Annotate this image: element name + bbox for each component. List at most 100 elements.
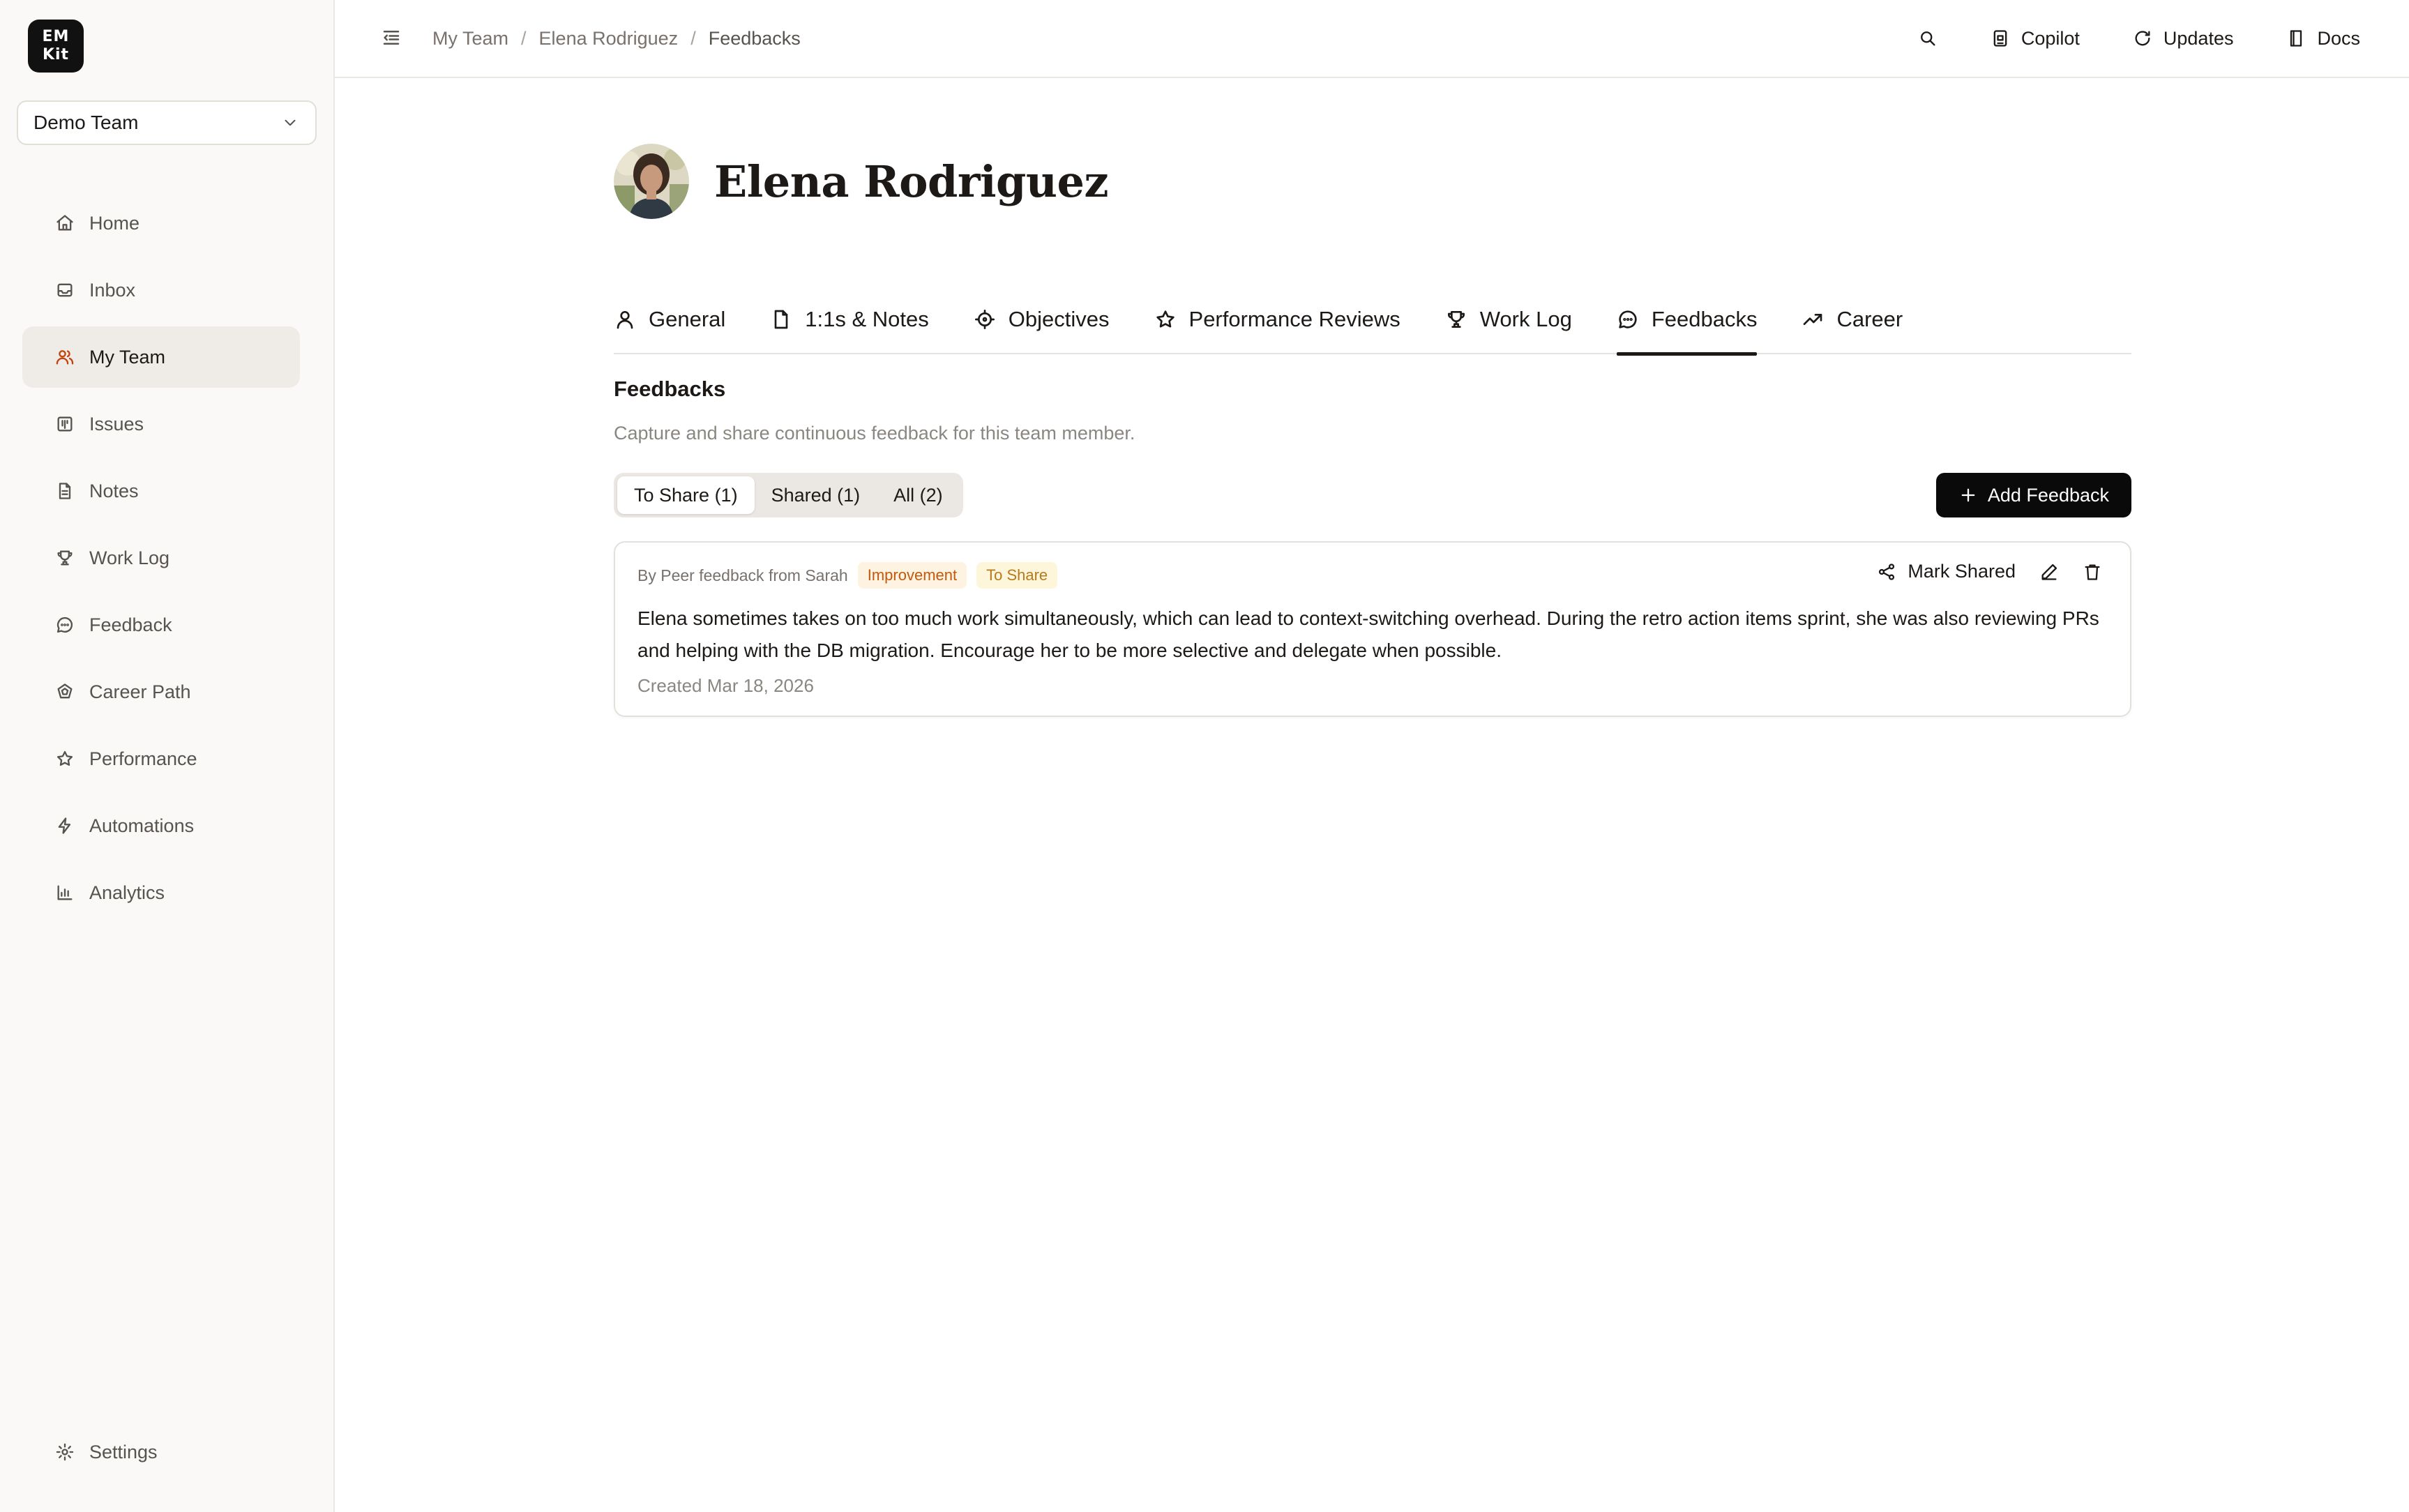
tab-label: Work Log (1479, 307, 1572, 331)
inbox-icon (54, 280, 75, 301)
search-icon (1918, 29, 1938, 48)
sidebar-item-label: Notes (89, 480, 139, 501)
trending-up-icon (1802, 308, 1824, 331)
profile-header: Elena Rodriguez (614, 144, 1109, 219)
tab-work-log[interactable]: Work Log (1445, 285, 1572, 354)
sidebar-item-work-log[interactable]: Work Log (22, 527, 300, 589)
filter-to-share[interactable]: To Share (1) (617, 476, 755, 514)
app-logo[interactable]: EM Kit (28, 20, 84, 73)
message-circle-icon (54, 614, 75, 635)
feedback-author: By Peer feedback from Sarah (637, 566, 848, 584)
sidebar-item-label: Settings (89, 1441, 158, 1462)
badge-improvement: Improvement (857, 562, 967, 589)
sidebar-item-career-path[interactable]: Career Path (22, 661, 300, 723)
logo-line-1: EM (42, 28, 70, 45)
filter-shared[interactable]: Shared (1) (755, 476, 877, 514)
top-bar: My Team / Elena Rodriguez / Feedbacks Co… (335, 0, 2409, 78)
add-feedback-label: Add Feedback (1987, 484, 2109, 506)
trophy-icon (1445, 308, 1467, 331)
feedback-filter: To Share (1) Shared (1) All (2) (614, 473, 963, 517)
tab-1-1s-notes[interactable]: 1:1s & Notes (770, 285, 929, 354)
copilot-icon (1991, 29, 2010, 48)
sidebar-item-home[interactable]: Home (22, 192, 300, 254)
badge-to-share: To Share (976, 562, 1058, 589)
tab-objectives[interactable]: Objectives (974, 285, 1110, 354)
mark-shared-label: Mark Shared (1908, 561, 2016, 582)
breadcrumb-separator: / (690, 27, 696, 49)
filter-all[interactable]: All (2) (877, 476, 960, 514)
target-icon (974, 308, 996, 331)
sidebar-item-label: Performance (89, 748, 197, 769)
section-description: Capture and share continuous feedback fo… (614, 423, 1135, 444)
share-icon (1877, 562, 1896, 582)
feedback-body: Elena sometimes takes on too much work s… (637, 607, 2099, 661)
sidebar-item-label: Issues (89, 413, 144, 434)
search-button[interactable] (1918, 29, 1938, 48)
refresh-icon (2133, 29, 2152, 48)
copilot-label: Copilot (2021, 27, 2080, 49)
breadcrumb-current: Feedbacks (708, 27, 801, 49)
trophy-icon (54, 547, 75, 568)
page-title: Elena Rodriguez (714, 156, 1109, 207)
feedback-card-actions: Mark Shared (1877, 561, 2102, 582)
sidebar-item-feedback[interactable]: Feedback (22, 594, 300, 656)
zap-icon (54, 815, 75, 836)
feedback-card: By Peer feedback from Sarah Improvement … (614, 541, 2131, 717)
sidebar-item-label: Inbox (89, 279, 136, 301)
users-icon (54, 347, 75, 368)
sidebar-item-issues[interactable]: Issues (22, 393, 300, 455)
team-selector[interactable]: Demo Team (17, 100, 317, 145)
copilot-button[interactable]: Copilot (1991, 28, 2080, 50)
sidebar-item-label: Home (89, 212, 140, 234)
breadcrumb-separator: / (521, 27, 527, 49)
updates-button[interactable]: Updates (2133, 27, 2234, 50)
sidebar-item-label: Automations (89, 815, 195, 836)
logo-line-2: Kit (42, 46, 70, 63)
tab-career[interactable]: Career (1802, 285, 1903, 354)
docs-label: Docs (2317, 27, 2360, 49)
tab-feedbacks[interactable]: Feedbacks (1616, 285, 1758, 356)
feedback-card-header: By Peer feedback from Sarah Improvement … (637, 562, 1058, 589)
sidebar-item-settings[interactable]: Settings (22, 1421, 300, 1483)
home-icon (54, 213, 75, 234)
updates-label: Updates (2163, 27, 2234, 49)
star-icon (54, 748, 75, 769)
sidebar-toggle-icon[interactable] (381, 27, 403, 50)
tab-label: Objectives (1008, 307, 1110, 331)
sidebar: EM Kit Demo Team Home Inbox My Team Issu… (0, 0, 335, 1512)
feedback-created-date: Created Mar 18, 2026 (637, 675, 814, 696)
breadcrumb-elena-rodriguez[interactable]: Elena Rodriguez (539, 28, 679, 50)
edit-icon[interactable] (2039, 562, 2059, 582)
career-path-icon (54, 681, 75, 702)
profile-tabs: General 1:1s & Notes Objectives Performa… (614, 285, 2131, 356)
trash-icon[interactable] (2083, 562, 2102, 582)
top-actions: Copilot Updates Docs (1865, 28, 2360, 50)
tab-label: 1:1s & Notes (805, 307, 929, 331)
sidebar-item-notes[interactable]: Notes (22, 460, 300, 522)
docs-button[interactable]: Docs (2286, 28, 2360, 50)
breadcrumb: My Team / Elena Rodriguez / Feedbacks (432, 28, 801, 50)
sidebar-item-label: Work Log (89, 547, 170, 568)
chevron-down-icon (280, 113, 300, 133)
sidebar-item-inbox[interactable]: Inbox (22, 259, 300, 321)
gear-icon (54, 1442, 75, 1462)
tab-label: Performance Reviews (1188, 307, 1400, 331)
mark-shared-button[interactable]: Mark Shared (1877, 561, 2016, 582)
add-feedback-button[interactable]: Add Feedback (1935, 473, 2131, 517)
book-icon (2286, 29, 2306, 48)
tab-label: Career (1836, 307, 1903, 331)
sidebar-item-my-team[interactable]: My Team (22, 326, 300, 388)
tab-performance-reviews[interactable]: Performance Reviews (1154, 285, 1400, 354)
breadcrumb-my-team[interactable]: My Team (432, 28, 508, 50)
star-icon (1154, 308, 1177, 331)
file-icon (770, 308, 792, 331)
section-title: Feedbacks (614, 377, 726, 401)
sidebar-item-automations[interactable]: Automations (22, 795, 300, 856)
sidebar-item-performance[interactable]: Performance (22, 728, 300, 789)
sidebar-item-label: Feedback (89, 614, 172, 635)
user-icon (614, 308, 636, 331)
avatar (614, 144, 689, 219)
tab-general[interactable]: General (614, 285, 725, 354)
tab-label: Feedbacks (1651, 307, 1758, 331)
sidebar-item-analytics[interactable]: Analytics (22, 862, 300, 923)
